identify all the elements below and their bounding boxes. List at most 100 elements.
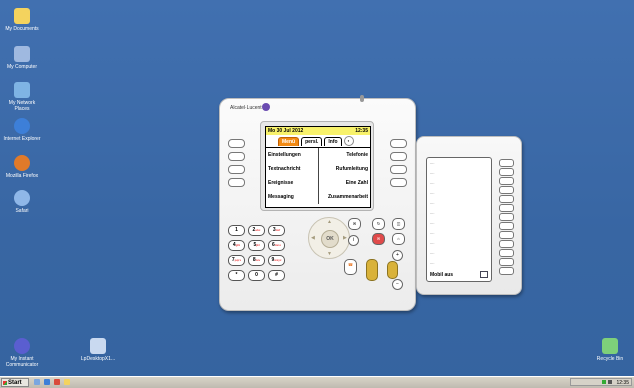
desktop-icon-network[interactable]: My Network Places <box>2 82 42 112</box>
globe-icon[interactable]: ◐ <box>343 136 354 146</box>
extension-key-10[interactable] <box>499 240 514 248</box>
key-4[interactable]: 4ghi <box>228 240 245 251</box>
tab-personal[interactable]: persl. <box>301 137 323 146</box>
extension-key-5[interactable] <box>499 195 514 203</box>
desktop-icon-label: Internet Explorer <box>3 136 41 142</box>
lock-button[interactable]: ⌂ <box>392 233 405 245</box>
ok-button[interactable]: OK <box>321 230 339 248</box>
desktop-icon-my-computer[interactable]: My Computer <box>2 46 42 70</box>
handsfree-button[interactable] <box>366 259 378 281</box>
display-menu-grid: Einstellungen Telefonie Textnachricht Ru… <box>266 147 370 204</box>
extension-key-8[interactable] <box>499 222 514 230</box>
extension-row: .... <box>430 190 435 195</box>
key-6[interactable]: 6mno <box>268 240 285 251</box>
arrow-down-icon[interactable]: ▼ <box>327 251 332 257</box>
extension-key-9[interactable] <box>499 231 514 239</box>
softkey-right-3[interactable] <box>390 165 407 174</box>
desktop-icon-internet-explorer[interactable]: Internet Explorer <box>2 118 42 142</box>
extension-row: .... <box>430 210 435 215</box>
softkey-left-2[interactable] <box>228 152 245 161</box>
extension-key-13[interactable] <box>499 267 514 275</box>
hangup-button[interactable]: ☎ <box>344 259 357 275</box>
extension-key-6[interactable] <box>499 204 514 212</box>
menu-item-events[interactable]: Ereignisse <box>266 176 318 190</box>
envelope-icon: ✉ <box>352 221 357 226</box>
menu-item-collaboration[interactable]: Zusammenarbeit <box>318 190 370 204</box>
desktop-icon-label: Mozilla Firefox <box>5 173 39 179</box>
key-7[interactable]: 7pqrs <box>228 255 245 266</box>
desktop-icon-my-documents[interactable]: My Documents <box>2 8 42 32</box>
extension-key-1[interactable] <box>499 159 514 167</box>
softkey-left-3[interactable] <box>228 165 245 174</box>
quicklaunch-media-icon[interactable] <box>54 379 60 385</box>
desktop-icon-safari[interactable]: Safari <box>2 190 42 214</box>
desktop-icon-instant-communicator[interactable]: My Instant Communicator <box>2 338 42 368</box>
desktop-icon-label: My Documents <box>5 26 39 32</box>
desktop-icon-label: My Network Places <box>8 100 36 112</box>
menu-item-messaging[interactable]: Messaging <box>266 190 318 204</box>
key-0[interactable]: 0 <box>248 270 265 281</box>
softkey-right-4[interactable] <box>390 178 407 187</box>
desktop-icon-recycle-bin[interactable]: Recycle Bin <box>590 338 630 362</box>
extension-key-7[interactable] <box>499 213 514 221</box>
key-3[interactable]: 3def <box>268 225 285 236</box>
menu-item-settings[interactable]: Einstellungen <box>266 148 318 162</box>
extension-key-3[interactable] <box>499 177 514 185</box>
info-button[interactable]: i <box>348 235 359 246</box>
message-button[interactable]: ✉ <box>348 218 361 230</box>
extension-key-11[interactable] <box>499 249 514 257</box>
clock[interactable]: 12:35 <box>616 380 629 386</box>
mobile-status-icon[interactable] <box>480 271 488 278</box>
minus-icon: − <box>396 281 399 287</box>
key-8[interactable]: 8tuv <box>248 255 265 266</box>
phone-display: Mo 30 Jul 2012 12:35 Menü persl. Info ◐ … <box>265 126 371 208</box>
volume-down-button[interactable]: − <box>392 279 403 290</box>
volume-up-button[interactable]: + <box>392 250 403 261</box>
tab-info[interactable]: Info <box>324 137 342 146</box>
speaker-button[interactable] <box>387 261 398 279</box>
quicklaunch-desktop-icon[interactable] <box>34 379 40 385</box>
tab-menu[interactable]: Menü <box>278 137 300 146</box>
tray-volume-icon[interactable] <box>608 380 613 384</box>
ip-phone: Alcatel·Lucent Mo 30 Jul 2012 12:35 Menü… <box>219 95 416 311</box>
key-hash[interactable]: # <box>268 270 285 281</box>
redial-icon: ↻ <box>376 221 381 226</box>
arrow-up-icon[interactable]: ▲ <box>327 219 332 225</box>
softkey-right-2[interactable] <box>390 152 407 161</box>
key-9[interactable]: 9wxyz <box>268 255 285 266</box>
key-1[interactable]: 1 <box>228 225 245 236</box>
navigation-pad[interactable]: ▲ ▼ ◀ ▶ OK <box>308 217 350 259</box>
extension-row: .... <box>430 230 435 235</box>
softkey-left-4[interactable] <box>228 178 245 187</box>
voicemail-icon: ◫ <box>396 221 401 226</box>
redial-button[interactable]: ↻ <box>372 218 385 230</box>
start-button[interactable]: Start <box>1 378 29 387</box>
folder-icon <box>14 8 30 24</box>
key-star[interactable]: * <box>228 270 245 281</box>
extension-row: .... <box>430 240 435 245</box>
menu-item-telephony[interactable]: Telefonie <box>318 148 370 162</box>
extension-key-2[interactable] <box>499 168 514 176</box>
display-header: Mo 30 Jul 2012 12:35 <box>266 127 370 135</box>
voicemail-button[interactable]: ◫ <box>392 218 405 230</box>
menu-item-call-forwarding[interactable]: Rufumleitung <box>318 162 370 176</box>
quicklaunch-ie-icon[interactable] <box>44 379 50 385</box>
desktop-icon-lpdesktop[interactable]: LpDesktopX1... <box>78 338 118 362</box>
extension-key-12[interactable] <box>499 258 514 266</box>
arrow-right-icon[interactable]: ▶ <box>343 235 347 241</box>
softkey-right-1[interactable] <box>390 139 407 148</box>
extension-display: .... .... .... .... .... .... .... .... … <box>426 157 492 282</box>
quicklaunch-folder-icon[interactable] <box>64 379 70 385</box>
arrow-left-icon[interactable]: ◀ <box>311 235 315 241</box>
menu-item-a-number[interactable]: Eine Zahl <box>318 176 370 190</box>
extension-key-4[interactable] <box>499 186 514 194</box>
mute-button[interactable]: ✉ <box>372 233 385 245</box>
key-5[interactable]: 5jkl <box>248 240 265 251</box>
menu-item-text-message[interactable]: Textnachricht <box>266 162 318 176</box>
extension-row: .... <box>430 220 435 225</box>
tray-network-icon[interactable] <box>601 380 606 384</box>
softkey-left-1[interactable] <box>228 139 245 148</box>
system-tray: 12:35 <box>570 378 632 386</box>
desktop-icon-firefox[interactable]: Mozilla Firefox <box>2 155 42 179</box>
key-2[interactable]: 2abc <box>248 225 265 236</box>
